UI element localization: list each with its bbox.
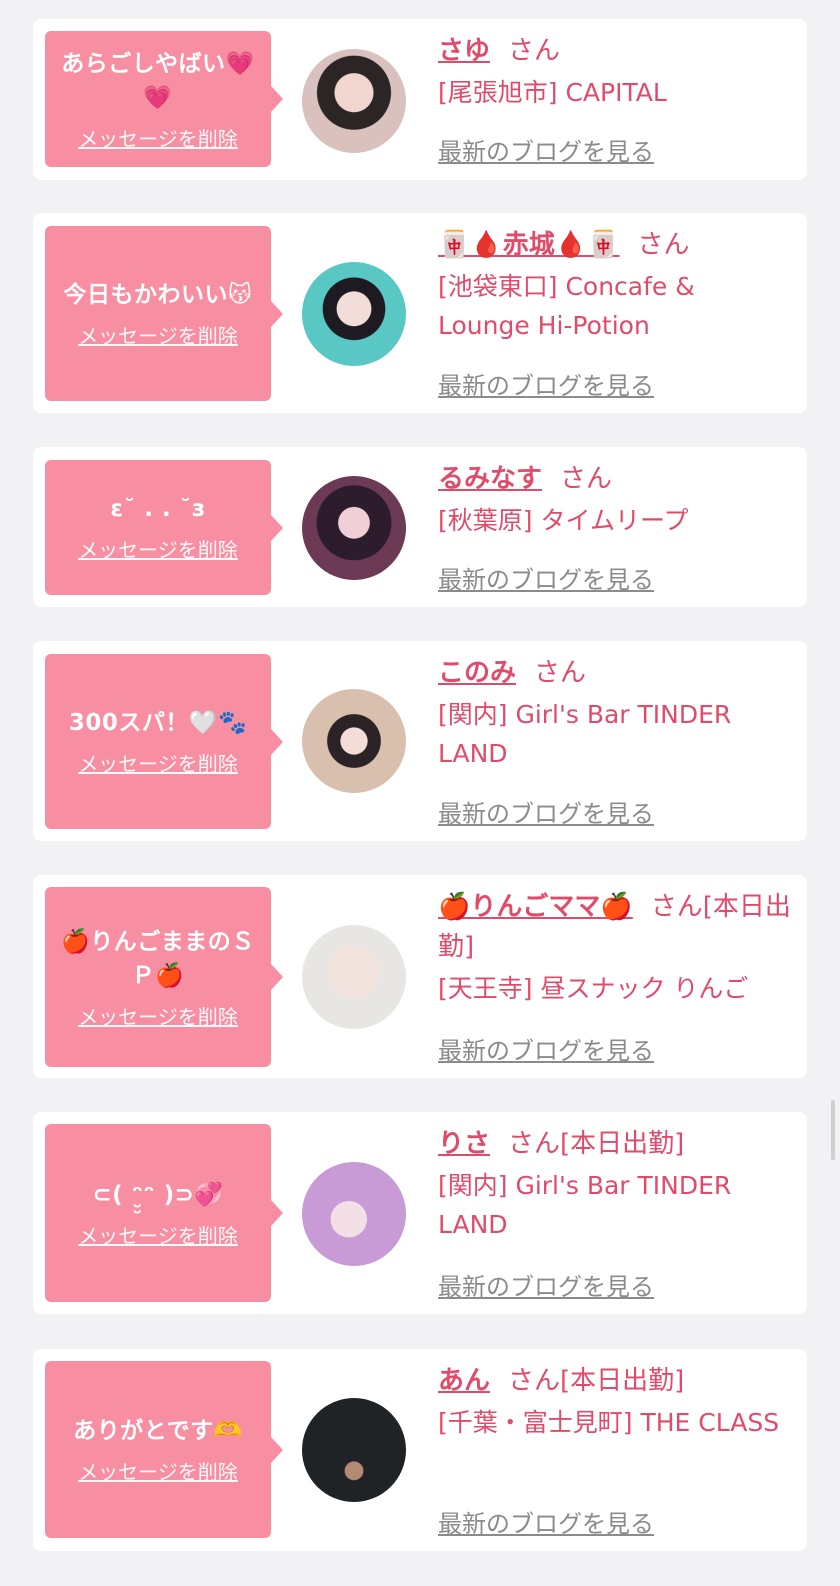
latest-blog-link[interactable]: 最新のブログを見る [438,132,654,167]
shop-name: [関内] Girl's Bar TINDER LAND [438,700,732,768]
avatar[interactable] [302,262,406,366]
profile-info: 🍎りんごママ🍎 さん[本日出勤] [天王寺] 昼スナック りんご [438,887,793,1008]
cast-name-link[interactable]: るみなす [438,464,542,494]
honorific: さん [637,230,690,260]
honorific: さん [534,658,587,688]
profile-info: このみ さん [関内] Girl's Bar TINDER LAND [438,653,793,773]
message-bubble: あらごしやばい💗💗 メッセージを削除 [45,31,283,167]
latest-blog-link[interactable]: 最新のブログを見る [438,560,654,595]
name-line: さゆ さん [438,31,793,71]
honorific: さん [508,1129,561,1159]
shop-name: [関内] Girl's Bar TINDER LAND [438,1171,732,1239]
avatar[interactable] [302,49,406,153]
message-card: あらごしやばい💗💗 メッセージを削除 さゆ さん [尾張旭市] CAPITAL 最… [33,19,807,180]
shop-name: [秋葉原] タイムリープ [438,506,689,535]
message-bubble: 今日もかわいい😽 メッセージを削除 [45,226,283,401]
scrollbar[interactable] [831,1100,835,1160]
avatar[interactable] [302,1398,406,1502]
message-text: 今日もかわいい😽 [63,282,253,308]
avatar[interactable] [302,689,406,793]
name-line: 🍎りんごママ🍎 さん[本日出勤] [438,887,793,967]
profile-info: さゆ さん [尾張旭市] CAPITAL [438,31,793,112]
name-line: このみ さん [438,653,793,693]
message-card: ⊂( ᵔ̮̮ᵔ )⊃💞 メッセージを削除 りさ さん[本日出勤] [関内] Gir… [33,1112,807,1314]
avatar[interactable] [302,925,406,1029]
message-bubble: ⊂( ᵔ̮̮ᵔ )⊃💞 メッセージを削除 [45,1124,283,1302]
shop-name: [天王寺] 昼スナック りんご [438,974,749,1003]
attendance-status: [本日出勤] [560,1366,685,1396]
honorific: さん [560,464,613,494]
honorific: さん [508,36,561,66]
name-line: りさ さん[本日出勤] [438,1124,793,1164]
cast-name-link[interactable]: りさ [438,1129,490,1159]
profile-info: あん さん[本日出勤] [千葉・富士見町] THE CLASS [438,1361,793,1442]
message-text: 🍎りんごままのＳＰ🍎 [61,928,255,989]
honorific: さん [508,1366,561,1396]
shop-name: [千葉・富士見町] THE CLASS [438,1408,780,1437]
delete-message-link[interactable]: メッセージを削除 [78,534,238,563]
message-card: ε˘ . . ˘з メッセージを削除 るみなす さん [秋葉原] タイムリープ 最… [33,447,807,607]
message-bubble: ありがとです🫶 メッセージを削除 [45,1361,283,1538]
message-card: ありがとです🫶 メッセージを削除 あん さん[本日出勤] [千葉・富士見町] TH… [33,1349,807,1551]
cast-name-link[interactable]: このみ [438,658,516,688]
shop-name: [池袋東口] Concafe & Lounge Hi-Potion [438,272,695,340]
message-card: 🍎りんごままのＳＰ🍎 メッセージを削除 🍎りんごママ🍎 さん[本日出勤] [天王寺… [33,875,807,1078]
cast-name-link[interactable]: 🀄🩸赤城🩸🀄 [438,230,620,260]
cast-name-link[interactable]: さゆ [438,36,490,66]
message-card: 今日もかわいい😽 メッセージを削除 🀄🩸赤城🩸🀄 さん [池袋東口] Concaf… [33,213,807,413]
name-line: 🀄🩸赤城🩸🀄 さん [438,225,793,265]
latest-blog-link[interactable]: 最新のブログを見る [438,1031,654,1066]
delete-message-link[interactable]: メッセージを削除 [78,1001,238,1030]
delete-message-link[interactable]: メッセージを削除 [78,1220,238,1249]
latest-blog-link[interactable]: 最新のブログを見る [438,794,654,829]
message-text: 300スパ！🤍🐾 [68,710,248,736]
message-text: ⊂( ᵔ̮̮ᵔ )⊃💞 [92,1181,224,1208]
message-bubble: ε˘ . . ˘з メッセージを削除 [45,460,283,595]
latest-blog-link[interactable]: 最新のブログを見る [438,1267,654,1302]
cast-name-link[interactable]: あん [438,1366,490,1396]
message-bubble: 300スパ！🤍🐾 メッセージを削除 [45,654,283,829]
message-text: あらごしやばい💗💗 [61,50,255,111]
name-line: あん さん[本日出勤] [438,1361,793,1401]
honorific: さん [650,892,703,922]
delete-message-link[interactable]: メッセージを削除 [78,748,238,777]
profile-info: 🀄🩸赤城🩸🀄 さん [池袋東口] Concafe & Lounge Hi-Poti… [438,225,793,345]
shop-name: [尾張旭市] CAPITAL [438,78,667,107]
message-text: ありがとです🫶 [73,1418,243,1444]
name-line: るみなす さん [438,459,793,499]
delete-message-link[interactable]: メッセージを削除 [78,320,238,349]
delete-message-link[interactable]: メッセージを削除 [78,123,238,152]
attendance-status: [本日出勤] [560,1129,685,1159]
message-bubble: 🍎りんごままのＳＰ🍎 メッセージを削除 [45,887,283,1067]
message-text: ε˘ . . ˘з [110,496,206,522]
latest-blog-link[interactable]: 最新のブログを見る [438,1504,654,1539]
delete-message-link[interactable]: メッセージを削除 [78,1456,238,1485]
message-card: 300スパ！🤍🐾 メッセージを削除 このみ さん [関内] Girl's Bar … [33,641,807,841]
avatar[interactable] [302,476,406,580]
avatar[interactable] [302,1162,406,1266]
profile-info: りさ さん[本日出勤] [関内] Girl's Bar TINDER LAND [438,1124,793,1244]
cast-name-link[interactable]: 🍎りんごママ🍎 [438,892,633,922]
profile-info: るみなす さん [秋葉原] タイムリープ [438,459,793,540]
latest-blog-link[interactable]: 最新のブログを見る [438,366,654,401]
